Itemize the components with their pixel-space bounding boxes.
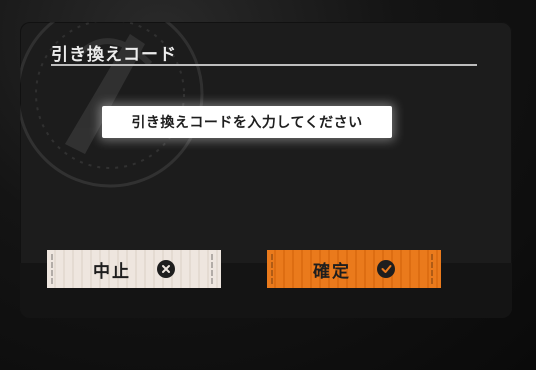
dialog-title: 引き換えコード bbox=[51, 45, 177, 65]
title-divider bbox=[51, 64, 477, 66]
redeem-code-placeholder: 引き換えコードを入力してください bbox=[131, 115, 363, 131]
cancel-button-label: 中止 bbox=[93, 261, 131, 282]
cancel-button[interactable]: 中止 bbox=[47, 250, 221, 288]
close-circle-icon bbox=[157, 260, 175, 278]
confirm-button[interactable]: 確定 bbox=[267, 250, 441, 288]
check-circle-icon bbox=[377, 260, 395, 278]
confirm-button-label: 確定 bbox=[313, 261, 351, 282]
redeem-code-input[interactable]: 引き換えコードを入力してください bbox=[102, 106, 392, 138]
